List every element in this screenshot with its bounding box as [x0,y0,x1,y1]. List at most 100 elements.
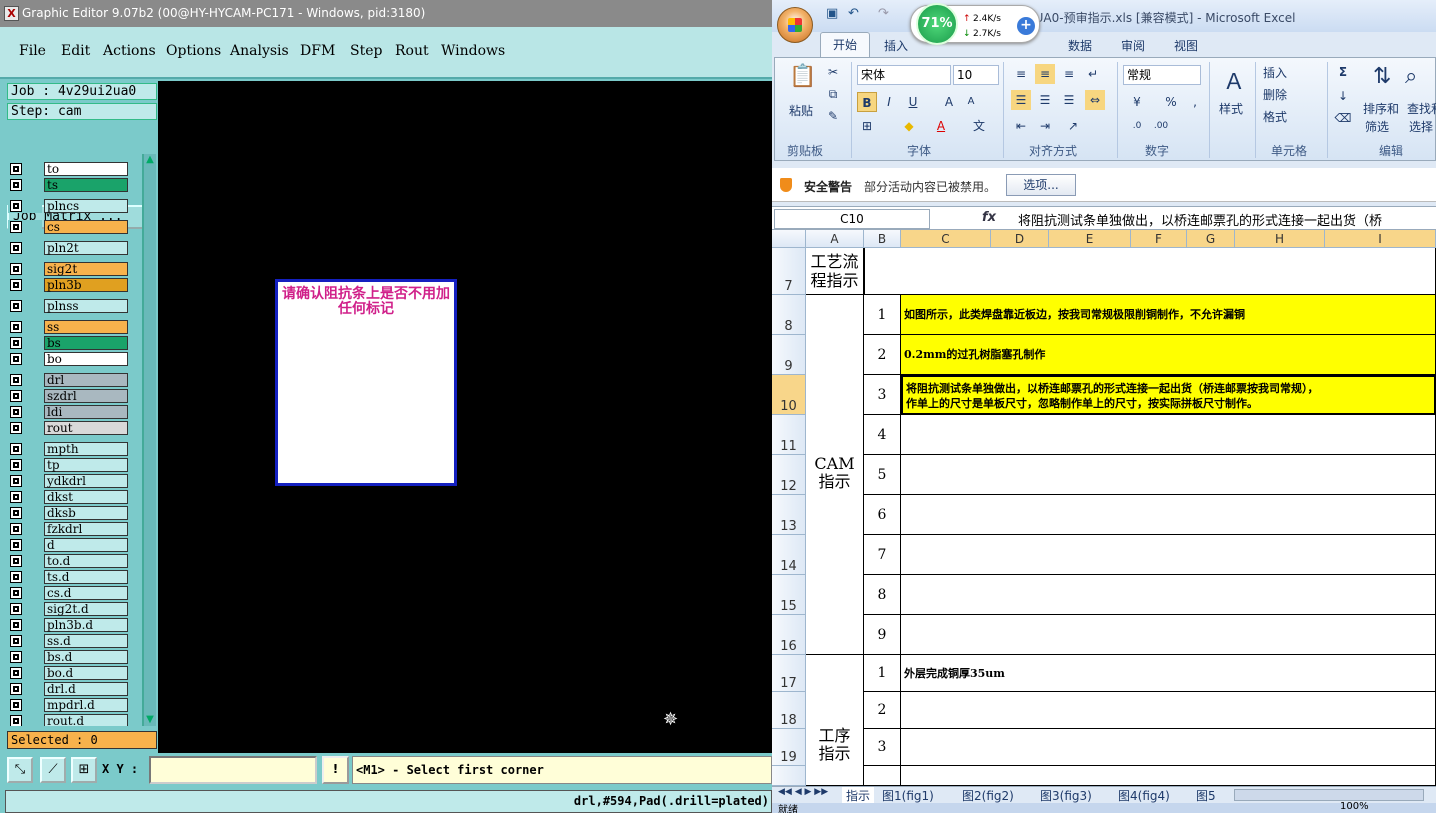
cell-b[interactable]: 1 [864,655,901,692]
layer-row[interactable]: drl [8,373,130,387]
layer-name[interactable]: to [44,162,128,176]
number-format-select[interactable]: 常规 [1123,65,1201,85]
formula-input[interactable]: 将阻抗测试条单独做出，以桥连邮票孔的形式连接一起出货（桥 [1018,210,1382,229]
layer-checkbox-icon[interactable] [10,683,22,695]
cell-b[interactable]: 6 [864,495,901,535]
layer-row[interactable]: d [8,538,130,552]
layer-row[interactable]: to.d [8,554,130,568]
layer-name[interactable]: fzkdrl [44,522,128,536]
layer-checkbox-icon[interactable] [10,587,22,599]
layer-row[interactable]: cs.d [8,586,130,600]
cell-b[interactable]: 2 [864,692,901,729]
fill-icon[interactable]: ↓ [1333,86,1353,106]
cell-b[interactable]: 3 [864,375,901,415]
layer-row[interactable]: plnss [8,299,130,313]
cell-c[interactable] [901,455,1436,495]
layer-row[interactable]: plncs [8,199,130,213]
row-header[interactable]: 16 [772,615,806,655]
comma-icon[interactable]: , [1185,92,1205,112]
row-header[interactable] [772,766,806,786]
align-top-icon[interactable]: ≡ [1011,64,1031,84]
find-icon[interactable]: ⌕ [1405,64,1417,89]
sheet-tab[interactable]: 图3(fig3) [1040,787,1092,804]
insert-cells[interactable]: 插入 [1263,64,1287,81]
border-icon[interactable]: ⊞ [857,116,877,136]
cell-b[interactable]: 2 [864,335,901,375]
menu-rout[interactable]: Rout [395,43,429,59]
layer-name[interactable]: szdrl [44,389,128,403]
layer-checkbox-icon[interactable] [10,163,22,175]
autosum-icon[interactable]: Σ [1333,62,1353,82]
layer-name[interactable]: to.d [44,554,128,568]
layer-name[interactable]: dkst [44,490,128,504]
col-header[interactable]: I [1325,230,1436,248]
layer-checkbox-icon[interactable] [10,667,22,679]
tab-home[interactable]: 开始 [820,32,870,58]
layer-name[interactable]: sig2t [44,262,128,276]
menu-options[interactable]: Options [166,43,221,59]
layer-checkbox-icon[interactable] [10,337,22,349]
layer-checkbox-icon[interactable] [10,321,22,333]
cell-c[interactable] [901,415,1436,455]
layer-row[interactable]: cs [8,220,130,234]
row-header[interactable]: 18 [772,692,806,729]
row-header[interactable]: 7 [772,248,806,295]
fill-color-icon[interactable]: ◆ [899,116,919,136]
layer-row[interactable]: bs.d [8,650,130,664]
row-header[interactable]: 10 [772,375,806,415]
align-bottom-icon[interactable]: ≡ [1059,64,1079,84]
cell-b[interactable] [864,766,901,786]
layer-name[interactable]: plncs [44,199,128,213]
paste-icon[interactable]: 📋 [789,64,816,89]
align-middle-icon[interactable]: ≡ [1035,64,1055,84]
cell-b[interactable]: 7 [864,535,901,575]
layer-row[interactable]: szdrl [8,389,130,403]
layer-checkbox-icon[interactable] [10,390,22,402]
layer-name[interactable]: ldi [44,405,128,419]
layer-name[interactable]: ts.d [44,570,128,584]
align-left-icon[interactable]: ☰ [1011,90,1031,110]
layer-name[interactable]: cs.d [44,586,128,600]
layer-row[interactable]: rout [8,421,130,435]
layer-row[interactable]: ts.d [8,570,130,584]
wrap-text-icon[interactable]: ↵ [1083,64,1103,84]
layer-name[interactable]: ydkdrl [44,474,128,488]
select-label[interactable]: 选择 [1409,118,1433,135]
delete-cells[interactable]: 删除 [1263,86,1287,103]
redo-icon[interactable]: ↷ [878,6,889,21]
layer-name[interactable]: ss [44,320,128,334]
layer-row[interactable]: dksb [8,506,130,520]
row-header[interactable]: 13 [772,495,806,535]
italic-icon[interactable]: I [879,92,899,112]
layer-name[interactable]: rout.d [44,714,128,726]
layer-checkbox-icon[interactable] [10,374,22,386]
layer-row[interactable]: drl.d [8,682,130,696]
layer-row[interactable]: bo.d [8,666,130,680]
sheet-nav-icon[interactable]: ◀◀ ◀ ▶ ▶▶ [778,787,828,797]
layer-checkbox-icon[interactable] [10,459,22,471]
grid-snap-icon[interactable]: ⊞ [71,757,97,783]
tab-insert[interactable]: 插入 [884,37,908,54]
cell-b[interactable]: 8 [864,575,901,615]
col-header[interactable]: D [991,230,1049,248]
layer-checkbox-icon[interactable] [10,221,22,233]
layer-row[interactable]: bo [8,352,130,366]
style-label[interactable]: 样式 [1219,100,1243,117]
col-header[interactable]: H [1235,230,1325,248]
layer-row[interactable]: mpth [8,442,130,456]
layer-name[interactable]: rout [44,421,128,435]
layer-checkbox-icon[interactable] [10,475,22,487]
menu-dfm[interactable]: DFM [300,43,335,59]
layer-checkbox-icon[interactable] [10,715,22,726]
menu-edit[interactable]: Edit [61,43,90,59]
layer-checkbox-icon[interactable] [10,507,22,519]
bold-icon[interactable]: B [857,92,877,112]
layer-row[interactable]: pln3b [8,278,130,292]
layer-name[interactable]: bs [44,336,128,350]
worksheet-grid[interactable]: A B C D E F G H I 7 8 9 10 11 12 13 14 1… [772,230,1436,786]
col-header[interactable]: A [806,230,864,248]
zoom-level[interactable]: 100% [1340,801,1369,812]
layer-name[interactable]: pln3b [44,278,128,292]
scroll-down-icon[interactable]: ▼ [144,714,156,726]
row-header[interactable]: 17 [772,655,806,692]
